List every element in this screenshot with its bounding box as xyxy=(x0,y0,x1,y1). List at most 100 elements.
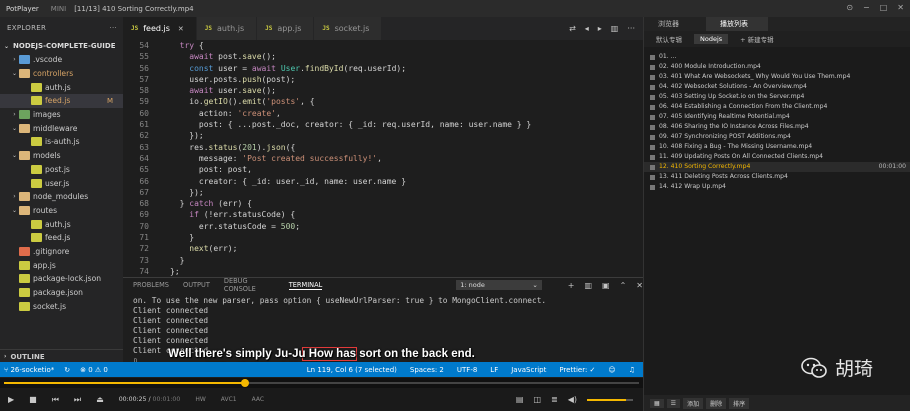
encoding[interactable]: UTF-8 xyxy=(457,366,477,374)
tab-output[interactable]: OUTPUT xyxy=(183,281,210,289)
mini-mode-button[interactable]: MINI xyxy=(51,5,66,13)
list-view-icon[interactable]: ☰ xyxy=(666,398,681,408)
seek-track[interactable] xyxy=(4,379,639,387)
seek-handle[interactable] xyxy=(241,379,250,387)
outline-section[interactable]: › OUTLINE xyxy=(0,349,123,363)
code-line[interactable]: 60 action: 'create', xyxy=(123,108,643,119)
tree-item[interactable]: › images xyxy=(0,108,123,122)
code-view[interactable]: 54 try {55 await post.save(); 56 const us… xyxy=(123,40,643,277)
new-album-button[interactable]: + 新建专辑 xyxy=(734,33,780,45)
line-ending[interactable]: LF xyxy=(490,366,498,374)
volume-icon[interactable]: ◀) xyxy=(568,395,577,404)
album-default[interactable]: 默认专辑 xyxy=(650,33,688,45)
code-line[interactable]: 59 io.getIO().emit('posts', { xyxy=(123,96,643,107)
next-icon[interactable]: ⏭ xyxy=(74,395,81,405)
prettier-status[interactable]: Prettier: ✓ xyxy=(559,366,595,374)
split-terminal-icon[interactable]: ▥ xyxy=(584,281,592,290)
playlist-item[interactable]: 04. 402 Websocket Solutions - An Overvie… xyxy=(644,82,910,92)
sync-icon[interactable]: ↻ xyxy=(64,366,70,374)
playlist-item[interactable]: 08. 406 Sharing the IO Instance Across F… xyxy=(644,122,910,132)
git-compare-icon[interactable]: ⇄ xyxy=(569,24,576,33)
playlist-item[interactable]: 07. 405 Identifying Realtime Potential.m… xyxy=(644,112,910,122)
chevron-up-icon[interactable]: ⌃ xyxy=(620,281,627,290)
tree-item[interactable]: auth.js xyxy=(0,80,123,94)
3d-icon[interactable]: ◫ xyxy=(533,395,541,404)
playlist-item[interactable]: 03. 401 What Are Websockets_ Why Would Y… xyxy=(644,72,910,82)
close-icon[interactable]: ✕ xyxy=(897,3,904,12)
pin-icon[interactable]: ⊙ xyxy=(846,3,853,12)
editor-tab[interactable]: JS socket.js xyxy=(314,17,383,40)
tree-item[interactable]: ⌄ routes xyxy=(0,204,123,218)
language-mode[interactable]: JavaScript xyxy=(511,366,546,374)
problems-indicator[interactable]: ⊗ 0 ⚠ 0 xyxy=(80,366,108,374)
playlist-item[interactable]: 10. 408 Fixing a Bug - The Missing Usern… xyxy=(644,142,910,152)
seek-bar[interactable] xyxy=(0,378,643,388)
code-line[interactable]: 56 const user = await User.findById(req.… xyxy=(123,63,643,74)
video-settings-icon[interactable]: ▤ xyxy=(516,395,524,404)
tree-item[interactable]: is-auth.js xyxy=(0,135,123,149)
code-line[interactable]: 73 } xyxy=(123,255,643,266)
trash-icon[interactable]: ▣ xyxy=(602,281,610,290)
tree-item[interactable]: ⌄ middleware xyxy=(0,121,123,135)
playlist-icon[interactable]: ≣ xyxy=(551,395,558,404)
code-line[interactable]: 57 user.posts.push(post); xyxy=(123,74,643,85)
editor-tab[interactable]: JS feed.js ✕ xyxy=(123,17,197,40)
bell-icon[interactable]: ♫ xyxy=(629,366,635,374)
tree-item[interactable]: › node_modules xyxy=(0,190,123,204)
code-line[interactable]: 61 post: { ...post._doc, creator: { _id:… xyxy=(123,119,643,130)
tree-item[interactable]: package.json xyxy=(0,286,123,300)
playlist-item[interactable]: 01. ... xyxy=(644,52,910,62)
close-panel-icon[interactable]: ✕ xyxy=(636,281,643,290)
code-line[interactable]: 68 } catch (err) { xyxy=(123,198,643,209)
code-line[interactable]: 55 await post.save(); xyxy=(123,51,643,62)
tab-playlist[interactable]: 播放列表 xyxy=(706,17,768,31)
add-button[interactable]: 添加 xyxy=(683,397,704,409)
tree-item[interactable]: feed.js M xyxy=(0,94,123,108)
playlist-item[interactable]: 06. 404 Establishing a Connection From t… xyxy=(644,102,910,112)
add-terminal-icon[interactable]: + xyxy=(568,281,575,290)
more-actions-icon[interactable]: ··· xyxy=(109,24,117,32)
split-editor-icon[interactable]: ▥ xyxy=(611,24,619,33)
grid-view-icon[interactable]: ▦ xyxy=(650,398,664,408)
code-line[interactable]: 66 creator: { _id: user._id, name: user.… xyxy=(123,176,643,187)
more-icon[interactable]: ··· xyxy=(627,24,635,33)
code-line[interactable]: 62 }); xyxy=(123,130,643,141)
code-line[interactable]: 69 if (!err.statusCode) { xyxy=(123,209,643,220)
app-name[interactable]: PotPlayer xyxy=(6,5,39,13)
maximize-icon[interactable]: □ xyxy=(880,3,888,12)
tree-item[interactable]: app.js xyxy=(0,258,123,272)
eject-icon[interactable]: ⏏ xyxy=(96,395,104,404)
previous-icon[interactable]: ⏮ xyxy=(52,395,59,405)
go-forward-icon[interactable]: ▸ xyxy=(598,24,602,33)
tree-item[interactable]: ⌄ models xyxy=(0,149,123,163)
playlist-item[interactable]: 09. 407 Synchronizing POST Additions.mp4 xyxy=(644,132,910,142)
project-root[interactable]: ⌄ NODEJS-COMPLETE-GUIDE xyxy=(0,39,123,53)
editor-tab[interactable]: JS app.js xyxy=(257,17,315,40)
cursor-position[interactable]: Ln 119, Col 6 (7 selected) xyxy=(307,366,397,374)
album-nodejs[interactable]: Nodejs xyxy=(694,34,729,44)
code-line[interactable]: 72 next(err); xyxy=(123,243,643,254)
stop-icon[interactable]: ■ xyxy=(29,395,37,404)
indentation[interactable]: Spaces: 2 xyxy=(410,366,444,374)
code-line[interactable]: 74}; xyxy=(123,266,643,277)
tree-item[interactable]: socket.js xyxy=(0,299,123,313)
code-line[interactable]: 65 post: post, xyxy=(123,164,643,175)
tree-item[interactable]: post.js xyxy=(0,163,123,177)
code-line[interactable]: 64 message: 'Post created successfully!'… xyxy=(123,153,643,164)
code-line[interactable]: 67 }); xyxy=(123,187,643,198)
tree-item[interactable]: feed.js xyxy=(0,231,123,245)
close-tab-icon[interactable]: ✕ xyxy=(178,25,184,33)
smiley-icon[interactable]: ☺ xyxy=(608,366,615,374)
tree-item[interactable]: auth.js xyxy=(0,217,123,231)
playlist-item[interactable]: 13. 411 Deleting Posts Across Clients.mp… xyxy=(644,172,910,182)
playlist-item[interactable]: 05. 403 Setting Up Socket.io on the Serv… xyxy=(644,92,910,102)
playlist-item[interactable]: 11. 409 Updating Posts On All Connected … xyxy=(644,152,910,162)
terminal-output[interactable]: on. To use the new parser, pass option {… xyxy=(123,292,643,366)
tab-debug-console[interactable]: DEBUG CONSOLE xyxy=(224,277,275,293)
playlist-item[interactable]: 02. 400 Module Introduction.mp4 xyxy=(644,62,910,72)
code-line[interactable]: 54 try { xyxy=(123,40,643,51)
volume-slider[interactable] xyxy=(587,398,633,401)
code-line[interactable]: 63 res.status(201).json({ xyxy=(123,142,643,153)
go-back-icon[interactable]: ◂ xyxy=(585,24,589,33)
delete-button[interactable]: 删除 xyxy=(706,397,727,409)
